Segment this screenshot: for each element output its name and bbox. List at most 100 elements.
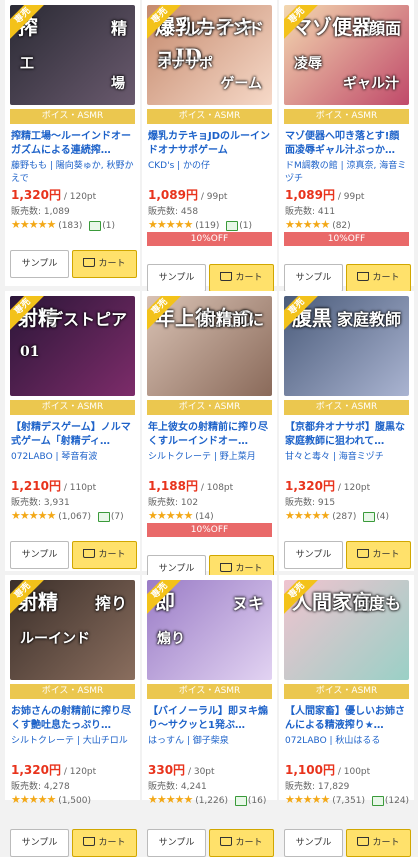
price-line: 1,320円 / 120pt: [285, 477, 410, 494]
comment-count[interactable]: (124): [385, 796, 409, 806]
action-buttons: サンプル カート: [10, 250, 137, 278]
sales-count: 販売数: 3,931: [11, 495, 70, 508]
sample-button[interactable]: サンプル: [284, 829, 343, 857]
product-card[interactable]: 搾 精 工 場 専売 ボイス・ASMR 搾精工場～ルーインドオーガズムによる連続…: [5, 0, 140, 286]
review-count[interactable]: (14): [195, 512, 213, 522]
product-title-link[interactable]: 年上彼女の射精前に搾り尽くすルーインドオー…: [148, 421, 271, 451]
sample-button[interactable]: サンプル: [10, 829, 69, 857]
product-card[interactable]: 人間家畜 何度も 専売 ボイス・ASMR 【人間家畜】優しいお姉さんによる精液搾…: [279, 575, 414, 857]
product-title-link[interactable]: マゾ便器へ叩き落とす!顔面凌辱ギャル汁ぶっか…: [285, 130, 408, 160]
price-line: 1,089円 / 99pt: [148, 186, 273, 203]
cart-button[interactable]: カート: [209, 264, 274, 292]
thumbnail-caption-2: デストピア: [46, 310, 127, 329]
product-title-link[interactable]: 搾精工場～ルーインドオーガズムによる連続搾…: [11, 130, 134, 160]
sample-label: サンプル: [21, 838, 58, 848]
product-thumbnail[interactable]: 即 ヌキ 煽り 専売: [147, 580, 272, 680]
product-thumbnail[interactable]: 年上彼女の 射精前に 専売: [147, 296, 272, 396]
cart-icon: [357, 837, 370, 846]
sample-label: サンプル: [21, 550, 58, 560]
sample-button[interactable]: サンプル: [147, 264, 206, 292]
product-thumbnail[interactable]: 射精 搾り ルーインド 専売: [10, 580, 135, 680]
sample-button[interactable]: サンプル: [147, 829, 206, 857]
action-buttons: サンプル カート: [147, 264, 274, 292]
sales-prefix: 販売数:: [11, 782, 44, 792]
product-card[interactable]: 腹黒 家庭教師 専売 ボイス・ASMR 【京都弁オナサポ】腹黒な家庭教師に狙われ…: [279, 291, 414, 571]
product-title-link[interactable]: 【京都弁オナサポ】腹黒な家庭教師に狙われて…: [285, 421, 408, 451]
points: 110pt: [69, 483, 97, 493]
cart-button[interactable]: カート: [346, 541, 411, 569]
comment-icon: [97, 511, 110, 522]
sales-count: 販売数: 458: [148, 204, 198, 217]
sample-label: サンプル: [295, 550, 332, 560]
review-count[interactable]: (1,067): [58, 512, 91, 522]
product-thumbnail[interactable]: マゾ便器 顔面 凌辱 ギャル汁 専売: [284, 5, 409, 105]
thumbnail-caption-2: ルーインド: [183, 19, 264, 38]
review-count[interactable]: (1,226): [195, 796, 228, 806]
sales-prefix: 販売数:: [148, 498, 181, 508]
sample-button[interactable]: サンプル: [284, 541, 343, 569]
review-count[interactable]: (119): [195, 221, 219, 231]
cart-button[interactable]: カート: [346, 264, 411, 292]
sample-button[interactable]: サンプル: [10, 250, 69, 278]
cart-label: カート: [98, 838, 126, 848]
cart-button[interactable]: カート: [209, 829, 274, 857]
product-title-link[interactable]: 爆乳カテキョJDのルーインドオナサポゲーム: [148, 130, 271, 160]
comment-count[interactable]: (7): [111, 512, 124, 522]
thumbnail-caption-2: 搾り: [94, 594, 127, 613]
cart-icon: [83, 258, 96, 267]
review-count[interactable]: (1,500): [58, 796, 91, 806]
review-count[interactable]: (7,351): [332, 796, 365, 806]
thumbnail-caption-4: 場: [111, 76, 125, 92]
comment-count[interactable]: (1): [239, 221, 252, 231]
price: 1,320円: [11, 188, 61, 202]
product-thumbnail[interactable]: 人間家畜 何度も 専売: [284, 580, 409, 680]
sales-value: 1,089: [43, 207, 70, 217]
product-thumbnail[interactable]: 射精 デストピア 01 専売: [10, 296, 135, 396]
cart-label: カート: [98, 550, 126, 560]
sales-value: 4,241: [180, 782, 207, 792]
cart-button[interactable]: カート: [346, 829, 411, 857]
points: 108pt: [206, 483, 234, 493]
product-card[interactable]: 年上彼女の 射精前に 専売 ボイス・ASMR 年上彼女の射精前に搾り尽くすルーイ…: [142, 291, 277, 583]
product-card[interactable]: 射精 デストピア 01 専売 ボイス・ASMR 【射精デスゲーム】ノルマ式ゲーム…: [5, 291, 140, 571]
product-card[interactable]: 即 ヌキ 煽り 専売 ボイス・ASMR 【バイノーラル】即ヌキ煽り～サクッと1発…: [142, 575, 277, 857]
sample-label: サンプル: [158, 838, 195, 848]
star-rating-icon: ★★★★★: [285, 218, 330, 231]
sales-prefix: 販売数:: [148, 207, 181, 217]
points: 99pt: [343, 192, 365, 202]
rating-row: ★★★★★ (82): [285, 218, 411, 231]
review-count[interactable]: (183): [58, 221, 82, 231]
product-title-link[interactable]: 【人間家畜】優しいお姉さんによる精液搾り★…: [285, 705, 408, 735]
comment-count[interactable]: (16): [248, 796, 266, 806]
product-title-link[interactable]: お姉さんの射精前に搾り尽くす艶吐息たっぷり…: [11, 705, 134, 735]
product-card[interactable]: 射精 搾り ルーインド 専売 ボイス・ASMR お姉さんの射精前に搾り尽くす艶吐…: [5, 575, 140, 857]
comment-icon: [234, 795, 247, 806]
cart-button[interactable]: カート: [72, 541, 137, 569]
price: 1,320円: [11, 763, 61, 777]
category-label: ボイス・ASMR: [147, 109, 272, 124]
product-title-link[interactable]: 【バイノーラル】即ヌキ煽り～サクッと1発ぶ…: [148, 705, 271, 735]
sales-value: 411: [317, 207, 336, 217]
sales-value: 915: [317, 498, 336, 508]
cart-icon: [83, 549, 96, 558]
comment-count[interactable]: (4): [376, 512, 389, 522]
product-title-link[interactable]: 【射精デスゲーム】ノルマ式ゲーム「射精ディ…: [11, 421, 134, 451]
thumbnail-caption-2: 射精前に: [199, 310, 264, 329]
product-thumbnail[interactable]: 爆乳カテキョJD ルーインド オナサポ ゲーム 専売: [147, 5, 272, 105]
sales-count: 販売数: 411: [285, 204, 335, 217]
category-label: ボイス・ASMR: [147, 684, 272, 699]
sales-prefix: 販売数:: [285, 207, 318, 217]
product-card[interactable]: マゾ便器 顔面 凌辱 ギャル汁 専売 ボイス・ASMR マゾ便器へ叩き落とす!顔…: [279, 0, 414, 292]
sample-button[interactable]: サンプル: [284, 264, 343, 292]
product-thumbnail[interactable]: 搾 精 工 場 専売: [10, 5, 135, 105]
sales-count: 販売数: 17,829: [285, 779, 349, 792]
cart-button[interactable]: カート: [72, 250, 137, 278]
review-count[interactable]: (82): [332, 221, 350, 231]
sample-button[interactable]: サンプル: [10, 541, 69, 569]
cart-button[interactable]: カート: [72, 829, 137, 857]
product-thumbnail[interactable]: 腹黒 家庭教師 専売: [284, 296, 409, 396]
comment-count[interactable]: (1): [102, 221, 115, 231]
discount-badge: 10%OFF: [284, 232, 409, 246]
review-count[interactable]: (287): [332, 512, 356, 522]
product-card[interactable]: 爆乳カテキョJD ルーインド オナサポ ゲーム 専売 ボイス・ASMR 爆乳カテ…: [142, 0, 277, 292]
